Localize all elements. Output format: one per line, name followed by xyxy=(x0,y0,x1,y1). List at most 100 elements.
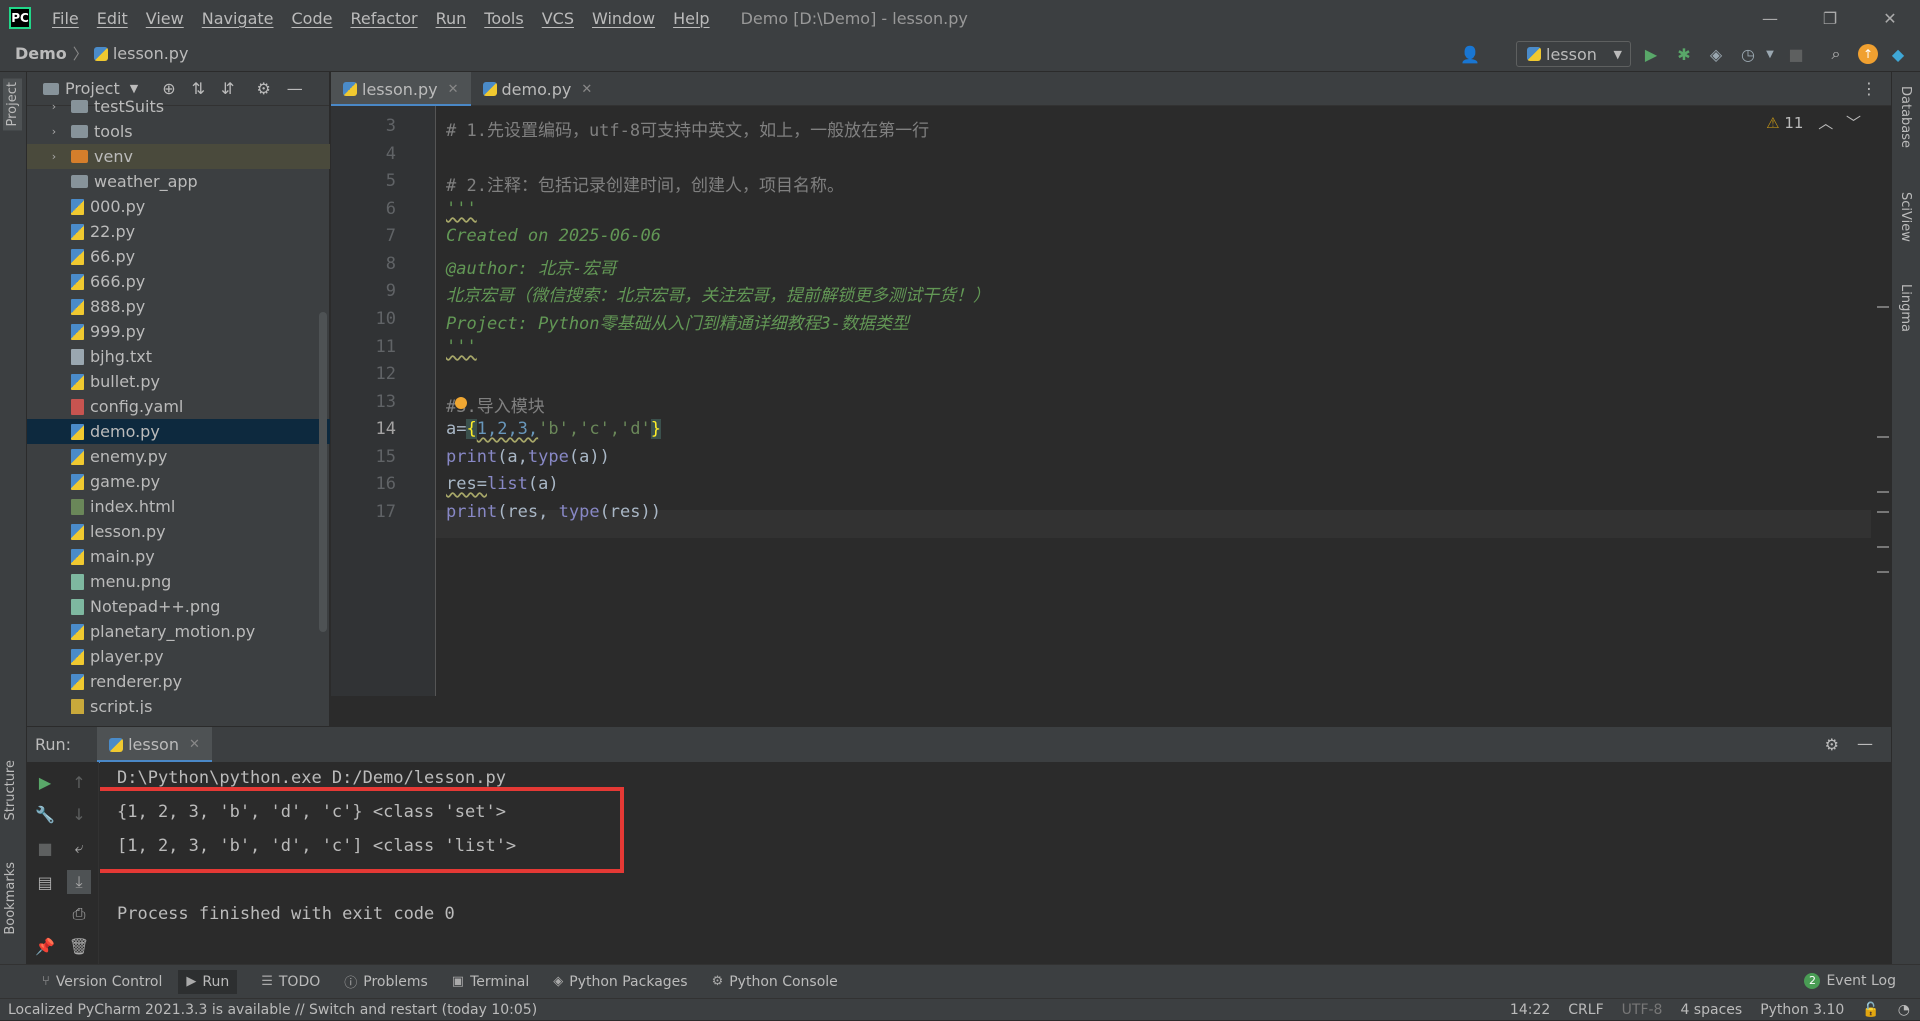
tree-item[interactable]: player.py xyxy=(27,644,330,669)
line-separator[interactable]: CRLF xyxy=(1568,1002,1603,1018)
memory-indicator-icon[interactable]: ◔ xyxy=(1898,1002,1910,1018)
print-icon[interactable]: ⎙ xyxy=(67,902,91,926)
menu-code[interactable]: Code xyxy=(283,9,342,28)
menu-help[interactable]: Help xyxy=(664,9,718,28)
plugin-icon[interactable]: ◆ xyxy=(1888,44,1908,64)
tree-item[interactable]: › testSuits xyxy=(27,94,330,119)
menu-vcs[interactable]: VCS xyxy=(533,9,583,28)
chevron-right-icon[interactable]: › xyxy=(47,100,61,113)
tree-item[interactable]: 22.py xyxy=(27,219,330,244)
tree-item[interactable]: 999.py xyxy=(27,319,330,344)
code-editor[interactable]: 2 3 4 5 6 7 8 9 10 11 12 13 14 15 16 17 ⚠ 11 ︿ ﹀ # 1.先设… xyxy=(331,106,1891,696)
chevron-down-icon[interactable]: ﹀ xyxy=(1846,114,1861,132)
close-tab-icon[interactable]: ✕ xyxy=(581,82,592,97)
tree-item[interactable]: weather_app xyxy=(27,169,330,194)
close-icon[interactable]: ✕ xyxy=(1860,0,1920,36)
project-tool-tab[interactable]: Project xyxy=(3,78,22,131)
menu-view[interactable]: View xyxy=(137,9,193,28)
lingma-tool-tab[interactable]: Lingma xyxy=(1898,284,1913,332)
version-control-button[interactable]: ⑂ Version Control xyxy=(42,974,162,990)
more-tabs-icon[interactable]: ⋮ xyxy=(1861,79,1877,98)
scroll-to-end-icon[interactable]: ⤓ xyxy=(67,870,91,894)
terminal-button[interactable]: ▣ Terminal xyxy=(452,974,529,990)
tree-item[interactable]: lesson.py xyxy=(27,519,330,544)
tree-item[interactable]: demo.py xyxy=(27,419,330,444)
sciview-tool-tab[interactable]: SciView xyxy=(1898,192,1913,242)
menu-edit[interactable]: Edit xyxy=(88,9,137,28)
file-encoding[interactable]: UTF-8 xyxy=(1622,1002,1663,1018)
lock-icon[interactable]: 🔓 xyxy=(1862,1002,1879,1018)
indent-setting[interactable]: 4 spaces xyxy=(1680,1002,1742,1018)
arrow-up-icon[interactable]: ↑ xyxy=(67,770,91,794)
trash-icon[interactable]: 🗑 xyxy=(67,934,91,958)
debug-icon[interactable]: ✱ xyxy=(1674,44,1694,64)
database-tool-tab[interactable]: Database xyxy=(1898,86,1913,148)
python-interpreter[interactable]: Python 3.10 xyxy=(1760,1002,1844,1018)
event-log-button[interactable]: 2 Event Log xyxy=(1804,973,1896,989)
tree-item[interactable]: 888.py xyxy=(27,294,330,319)
tree-item[interactable]: main.py xyxy=(27,544,330,569)
arrow-down-icon[interactable]: ↓ xyxy=(67,802,91,826)
close-tab-icon[interactable]: ✕ xyxy=(448,82,459,97)
breadcrumb-project[interactable]: Demo xyxy=(15,44,67,63)
search-icon[interactable]: ⌕ xyxy=(1826,44,1846,64)
inspection-widget[interactable]: ⚠ 11 ︿ ﹀ xyxy=(1766,112,1861,133)
menu-navigate[interactable]: Navigate xyxy=(193,9,283,28)
layout-icon[interactable]: ▤ xyxy=(33,870,57,894)
tree-item[interactable]: enemy.py xyxy=(27,444,330,469)
coverage-icon[interactable]: ◈ xyxy=(1706,44,1726,64)
tree-item[interactable]: bullet.py xyxy=(27,369,330,394)
minimize-icon[interactable]: — xyxy=(1740,0,1800,36)
tree-item[interactable]: config.yaml xyxy=(27,394,330,419)
gear-icon[interactable]: ⚙ xyxy=(1825,735,1839,754)
pin-icon[interactable]: 📌 xyxy=(33,934,57,958)
user-icon[interactable]: 👤 xyxy=(1460,44,1480,64)
wrench-icon[interactable]: 🔧 xyxy=(33,802,57,826)
chevron-up-icon[interactable]: ︿ xyxy=(1818,114,1833,132)
tree-scrollbar[interactable] xyxy=(319,312,327,632)
menu-window[interactable]: Window xyxy=(583,9,664,28)
run-console-output[interactable]: D:\Python\python.exe D:/Demo/lesson.py {… xyxy=(100,762,1891,964)
tree-item[interactable]: 66.py xyxy=(27,244,330,269)
run-configuration-select[interactable]: lesson ▼ xyxy=(1516,41,1631,67)
restore-icon[interactable]: ❐ xyxy=(1800,0,1860,36)
more-run-options-icon[interactable]: ▼ xyxy=(1760,44,1780,64)
status-message[interactable]: Localized PyCharm 2021.3.3 is available … xyxy=(8,1002,537,1018)
hide-icon[interactable]: — xyxy=(1857,734,1873,753)
tree-item[interactable]: index.html xyxy=(27,494,330,519)
editor-scrollbar[interactable] xyxy=(1877,166,1889,686)
python-packages-button[interactable]: ◈ Python Packages xyxy=(553,974,687,990)
tree-item[interactable]: menu.png xyxy=(27,569,330,594)
stop-icon[interactable]: ■ xyxy=(33,836,57,860)
tree-item[interactable]: bjhg.txt xyxy=(27,344,330,369)
tree-item[interactable]: planetary_motion.py xyxy=(27,619,330,644)
caret-position[interactable]: 14:22 xyxy=(1510,1002,1550,1018)
tree-item[interactable]: › tools xyxy=(27,119,330,144)
breadcrumb-file[interactable]: lesson.py xyxy=(113,44,189,63)
problems-button[interactable]: ⓘ Problems xyxy=(344,972,428,992)
close-tab-icon[interactable]: ✕ xyxy=(189,737,200,752)
rerun-icon[interactable]: ▶ xyxy=(33,770,57,794)
menu-refactor[interactable]: Refactor xyxy=(341,9,426,28)
menu-run[interactable]: Run xyxy=(427,9,476,28)
python-console-button[interactable]: ⚙ Python Console xyxy=(712,974,838,990)
stop-icon[interactable]: ■ xyxy=(1786,44,1806,64)
menu-tools[interactable]: Tools xyxy=(475,9,532,28)
tree-item[interactable]: › venv xyxy=(27,144,330,169)
profile-icon[interactable]: ◷ xyxy=(1738,44,1758,64)
run-button[interactable]: ▶ Run xyxy=(178,969,238,994)
tree-item[interactable]: renderer.py xyxy=(27,669,330,694)
tab-demo-py[interactable]: demo.py ✕ xyxy=(471,72,605,106)
structure-tool-tab[interactable]: Structure xyxy=(3,760,18,820)
bookmarks-tool-tab[interactable]: Bookmarks xyxy=(3,862,18,935)
tree-item[interactable]: script.js xyxy=(27,694,330,714)
tree-item[interactable]: Notepad++.png xyxy=(27,594,330,619)
chevron-right-icon[interactable]: › xyxy=(47,125,61,138)
soft-wrap-icon[interactable]: ⤶ xyxy=(67,836,91,860)
tree-item[interactable]: 666.py xyxy=(27,269,330,294)
run-tab-lesson[interactable]: lesson ✕ xyxy=(97,726,212,763)
run-icon[interactable]: ▶ xyxy=(1641,44,1661,64)
intention-bulb-icon[interactable] xyxy=(455,397,467,409)
todo-button[interactable]: ☰ TODO xyxy=(261,974,320,990)
chevron-right-icon[interactable]: › xyxy=(47,150,61,163)
